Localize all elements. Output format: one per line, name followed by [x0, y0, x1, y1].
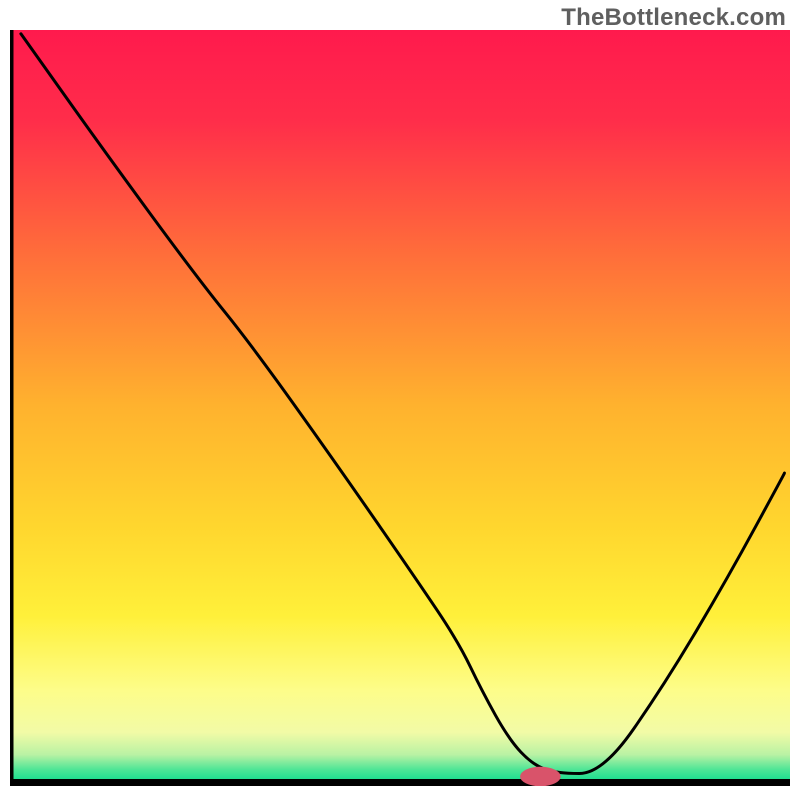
bottleneck-chart: [10, 30, 790, 786]
highlight-marker: [520, 767, 561, 786]
chart-container: TheBottleneck.com: [0, 0, 800, 800]
watermark-label: TheBottleneck.com: [561, 4, 786, 32]
